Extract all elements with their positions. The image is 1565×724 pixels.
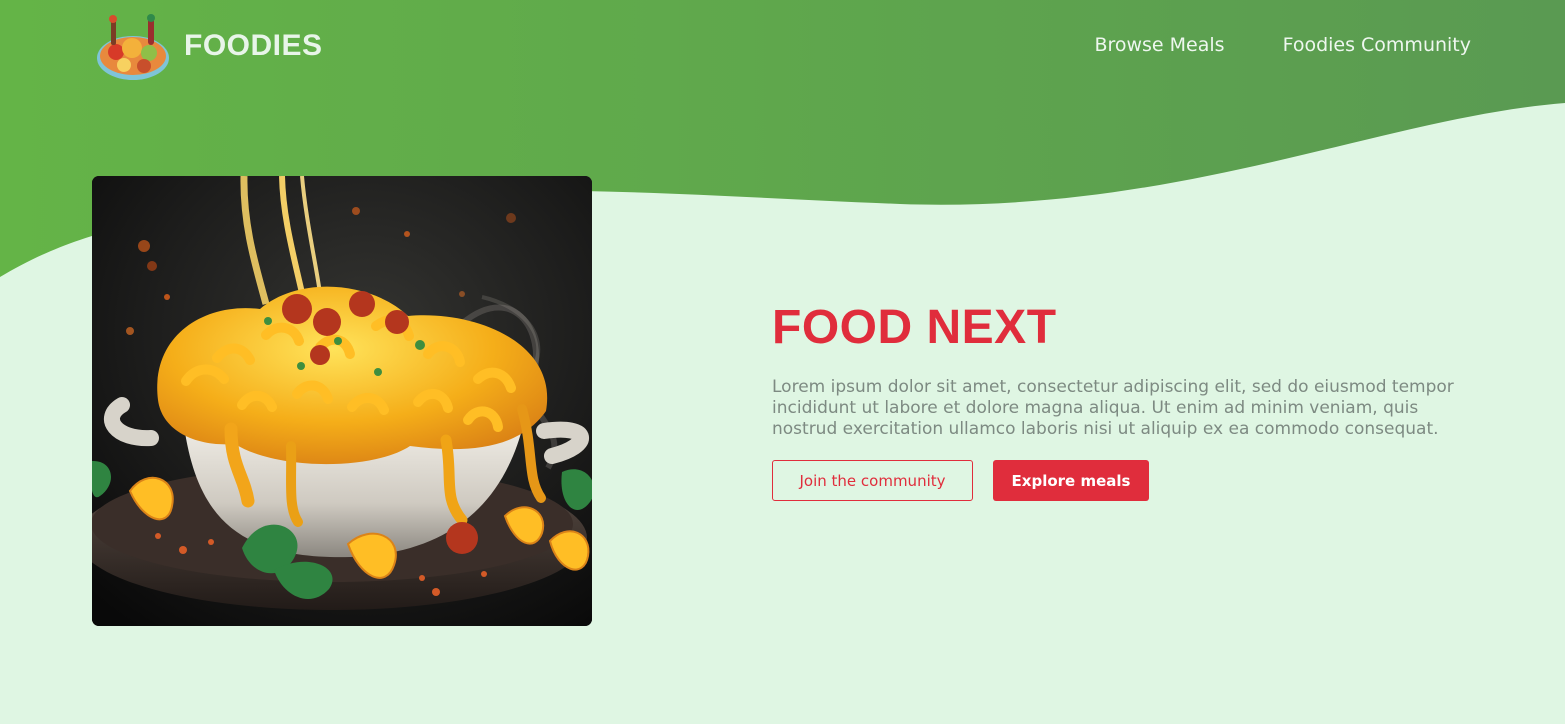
food-platter-logo-icon	[97, 14, 169, 80]
explore-meals-button[interactable]: Explore meals	[993, 460, 1149, 501]
hero-title: FOOD NEXT	[772, 301, 1057, 354]
site-header: FOODIES Browse Meals Foodies Community	[0, 0, 1565, 92]
nav-browse-meals[interactable]: Browse Meals	[1094, 34, 1224, 56]
macaroni-and-cheese-pot-image	[92, 176, 592, 626]
home-page: FOODIES Browse Meals Foodies Community F…	[0, 0, 1565, 724]
hero-actions: Join the community Explore meals	[772, 460, 1472, 501]
hero-content: FOOD NEXT Lorem ipsum dolor sit amet, co…	[772, 300, 1472, 501]
hero-food-image	[92, 176, 592, 626]
hero-description: Lorem ipsum dolor sit amet, consectetur …	[772, 377, 1454, 439]
nav-foodies-community[interactable]: Foodies Community	[1283, 34, 1471, 56]
brand-name: FOODIES	[184, 29, 323, 62]
home-logo-link[interactable]: FOODIES	[96, 10, 323, 82]
join-community-button[interactable]: Join the community	[772, 460, 973, 501]
main-navigation: Browse Meals Foodies Community	[1094, 34, 1471, 56]
